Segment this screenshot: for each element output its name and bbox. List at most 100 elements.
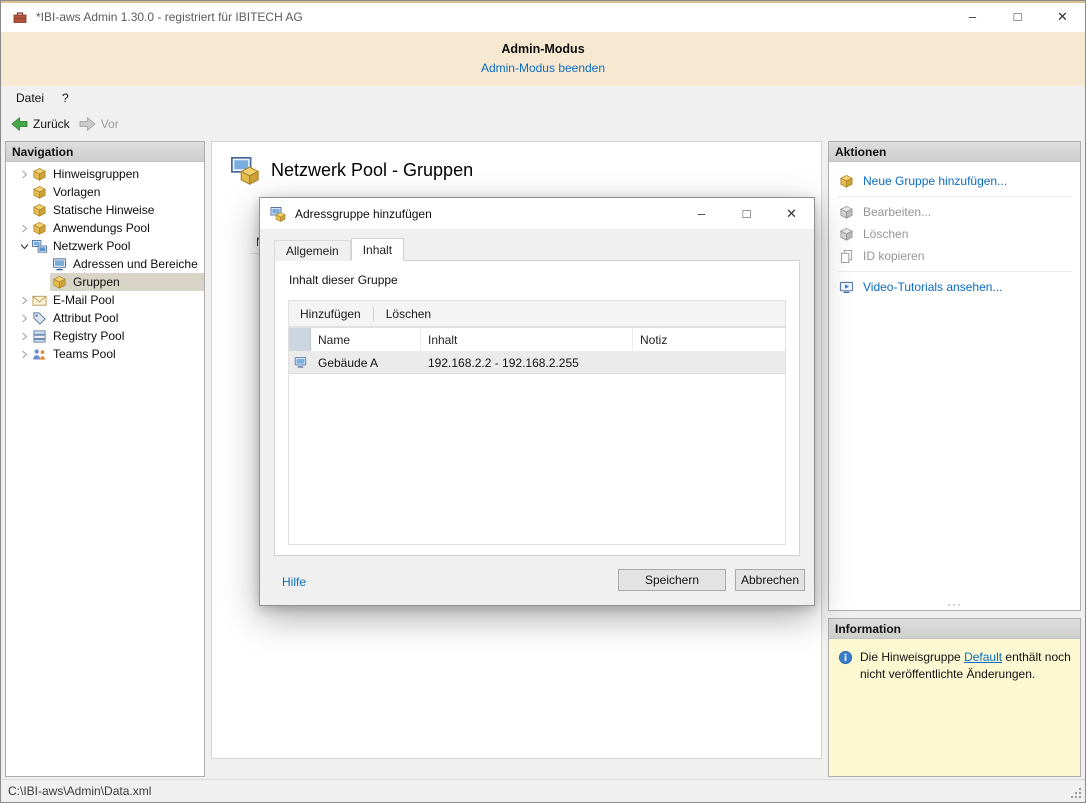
- admin-mode-banner: Admin-Modus Admin-Modus beenden: [1, 32, 1085, 86]
- minimize-icon: –: [968, 9, 977, 24]
- action-copy-id[interactable]: ID kopieren: [829, 245, 1080, 267]
- nav-item-statische-hinweise[interactable]: Statische Hinweise: [6, 201, 204, 219]
- nav-item-adressen-und-bereiche[interactable]: Adressen und Bereiche: [6, 255, 204, 273]
- help-label: Hilfe: [282, 575, 307, 589]
- mail-icon: [32, 293, 48, 308]
- action-edit[interactable]: Bearbeiten...: [829, 201, 1080, 223]
- panel-splitter-handle[interactable]: ···: [829, 598, 1080, 610]
- statusbar: C:\IBI-aws\Admin\Data.xml: [1, 779, 1085, 802]
- window-titlebar: *IBI-aws Admin 1.30.0 - registriert für …: [1, 1, 1085, 32]
- cancel-button[interactable]: Abbrechen: [735, 569, 805, 591]
- maximize-icon: □: [1013, 9, 1022, 24]
- nav-item-email-pool[interactable]: E-Mail Pool: [6, 291, 204, 309]
- nav-item-label: Registry Pool: [53, 329, 125, 343]
- information-body: Die Hinweisgruppe Default enthält noch n…: [829, 639, 1080, 682]
- section-label: Inhalt dieser Gruppe: [289, 273, 398, 287]
- minimize-button[interactable]: –: [950, 1, 995, 32]
- copy-icon: [839, 249, 855, 264]
- help-link[interactable]: ? Hilfe: [277, 575, 306, 589]
- forward-button[interactable]: Vor: [77, 117, 126, 131]
- box-icon: [32, 203, 48, 218]
- forward-arrow-icon: [79, 117, 96, 131]
- nav-item-vorlagen[interactable]: Vorlagen: [6, 183, 204, 201]
- address-group-icon: [270, 206, 286, 222]
- chevron-down-icon[interactable]: [18, 240, 30, 252]
- chevron-right-icon[interactable]: [18, 168, 30, 180]
- dialog-minimize-button[interactable]: –: [679, 198, 724, 229]
- nav-item-label: Hinweisgruppen: [53, 167, 140, 181]
- computer-icon: [52, 257, 68, 272]
- close-button[interactable]: ✕: [1040, 1, 1085, 32]
- minimize-icon: –: [697, 206, 706, 221]
- action-delete[interactable]: Löschen: [829, 223, 1080, 245]
- table-row[interactable]: Gebäude A 192.168.2.2 - 192.168.2.255: [289, 352, 785, 374]
- nav-item-label: E-Mail Pool: [53, 293, 115, 307]
- close-icon: ✕: [786, 205, 797, 221]
- chevron-right-icon[interactable]: [18, 222, 30, 234]
- back-arrow-icon: [11, 117, 28, 131]
- back-button[interactable]: Zurück: [9, 117, 77, 131]
- information-panel: Information Die Hinweisgruppe Default en…: [828, 618, 1081, 777]
- nav-item-gruppen[interactable]: Gruppen: [6, 273, 204, 291]
- page-title: Netzwerk Pool - Gruppen: [271, 159, 474, 180]
- dialog-tabs: Allgemein Inhalt: [274, 238, 405, 261]
- nav-item-teams-pool[interactable]: Teams Pool: [6, 345, 204, 363]
- chevron-right-icon[interactable]: [18, 330, 30, 342]
- maximize-button[interactable]: □: [995, 1, 1040, 32]
- name-column-header[interactable]: Name: [311, 328, 421, 351]
- navigation-header: Navigation: [6, 142, 204, 162]
- action-video-tutorials[interactable]: Video-Tutorials ansehen...: [829, 276, 1080, 298]
- action-label: Bearbeiten...: [863, 205, 932, 219]
- chevron-right-icon[interactable]: [18, 312, 30, 324]
- save-button[interactable]: Speichern: [618, 569, 726, 591]
- nav-item-label: Netzwerk Pool: [53, 239, 131, 253]
- nav-item-attribut-pool[interactable]: Attribut Pool: [6, 309, 204, 327]
- add-entry-button[interactable]: Hinzufügen: [297, 307, 364, 321]
- nav-item-hinweisgruppen[interactable]: Hinweisgruppen: [6, 165, 204, 183]
- dialog-close-button[interactable]: ✕: [769, 198, 814, 229]
- nav-item-netzwerk-pool[interactable]: Netzwerk Pool: [6, 237, 204, 255]
- group-content-toolbar: Hinzufügen Löschen: [288, 300, 786, 327]
- row-inhalt-cell: 192.168.2.2 - 192.168.2.255: [428, 355, 579, 370]
- navigation-tree: Hinweisgruppen Vorlagen Statische Hinwei…: [6, 162, 204, 363]
- dialog-controls: – □ ✕: [679, 198, 814, 229]
- nav-toolbar: Zurück Vor: [1, 110, 1085, 138]
- network-icon: [32, 239, 48, 254]
- back-label: Zurück: [33, 117, 70, 131]
- resize-grip[interactable]: [1070, 787, 1082, 799]
- icon-column-header[interactable]: [289, 328, 311, 351]
- menubar: Datei ?: [1, 86, 1085, 110]
- admin-mode-exit-link[interactable]: Admin-Modus beenden: [1, 61, 1085, 75]
- default-group-link[interactable]: Default: [964, 650, 1002, 664]
- nav-item-anwendungs-pool[interactable]: Anwendungs Pool: [6, 219, 204, 237]
- content-header: Netzwerk Pool - Gruppen: [212, 142, 821, 185]
- window-title: *IBI-aws Admin 1.30.0 - registriert für …: [36, 9, 303, 24]
- box-gray-icon: [839, 205, 855, 220]
- menu-datei[interactable]: Datei: [7, 86, 53, 110]
- chevron-right-icon[interactable]: [18, 294, 30, 306]
- nav-item-label: Anwendungs Pool: [53, 221, 150, 235]
- inhalt-column-header[interactable]: Inhalt: [421, 328, 633, 351]
- actions-separator: [837, 271, 1072, 272]
- nav-item-registry-pool[interactable]: Registry Pool: [6, 327, 204, 345]
- menu-help[interactable]: ?: [53, 86, 78, 110]
- tag-icon: [32, 311, 48, 326]
- actions-list: Neue Gruppe hinzufügen... Bearbeiten... …: [829, 162, 1080, 298]
- actions-panel: Aktionen Neue Gruppe hinzufügen... Bearb…: [828, 141, 1081, 611]
- action-label: ID kopieren: [863, 249, 925, 263]
- dialog-maximize-button[interactable]: □: [724, 198, 769, 229]
- action-add-group[interactable]: Neue Gruppe hinzufügen...: [829, 170, 1080, 192]
- tab-inhalt[interactable]: Inhalt: [350, 238, 405, 261]
- delete-entry-button[interactable]: Löschen: [383, 307, 434, 321]
- chevron-right-icon[interactable]: [18, 348, 30, 360]
- close-icon: ✕: [1057, 8, 1068, 24]
- notiz-column-header[interactable]: Notiz: [633, 328, 785, 351]
- box-icon: [32, 185, 48, 200]
- action-label: Video-Tutorials ansehen...: [863, 280, 1003, 294]
- tab-allgemein[interactable]: Allgemein: [274, 240, 351, 261]
- action-label: Neue Gruppe hinzufügen...: [863, 174, 1008, 188]
- info-icon: [838, 650, 853, 665]
